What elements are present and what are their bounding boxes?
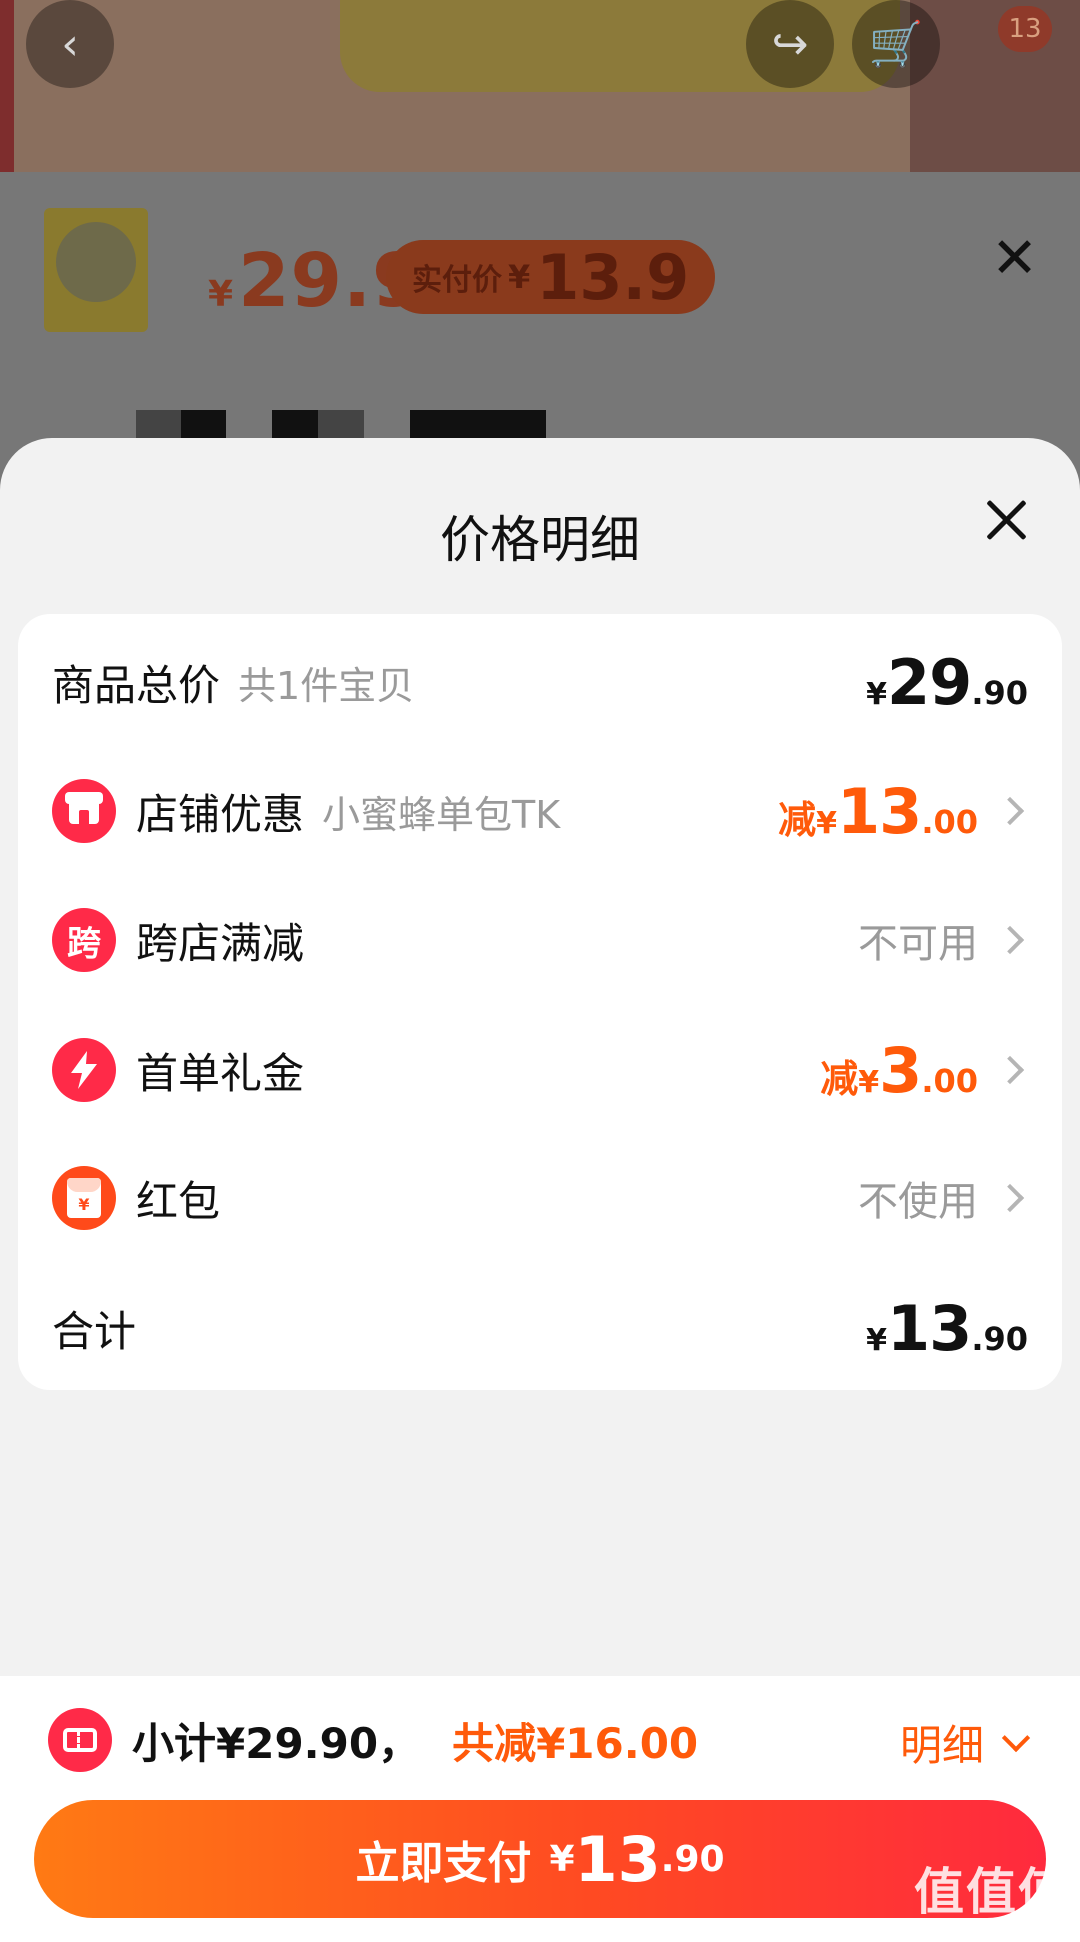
chevron-left-icon: ‹ [61,18,79,70]
discount-value: 减 ¥13.00 [778,774,978,848]
chevron-right-icon [995,796,1025,826]
row-label: 首单礼金 [136,1048,305,1098]
shop-icon [52,779,116,843]
chevron-right-icon [995,1055,1025,1085]
banner-strip [0,0,14,172]
paid-price-pill: 实付价 ¥ 13.9 [386,240,716,314]
cart-icon: 🛒 [868,19,924,70]
row-label: 跨店满减 [136,918,305,968]
row-value: 不可用 [858,921,978,967]
row-first-order-gift[interactable]: 首单礼金 减 ¥3.00 [18,1020,1062,1120]
cart-button[interactable]: 🛒 [852,0,940,88]
discount-value: 减 ¥3.00 [820,1033,978,1107]
back-button[interactable]: ‹ [26,0,114,88]
row-label: 合计 [52,1306,137,1356]
watermark-logo: 值值值 zhizhizhi.com [914,1863,1070,1942]
row-grand-total: 合计 ¥13.90 [18,1278,1062,1378]
chevron-right-icon [995,1183,1025,1213]
row-value: 不使用 [858,1179,978,1225]
amount-value: ¥29.90 [866,645,1028,719]
amount-value: ¥13.90 [866,1291,1028,1365]
row-cross-store[interactable]: 跨 跨店满减 不可用 [18,890,1062,990]
row-red-packet[interactable]: ¥ 红包 不使用 [18,1148,1062,1248]
coupon-icon [48,1708,112,1772]
subtotal-text: 小计¥29.90， [132,1718,421,1768]
row-label: 商品总价 [52,660,221,710]
detail-label: 明细 [899,1721,984,1770]
price-card: 商品总价 共1件宝贝 ¥29.90 店铺优惠 小蜜蜂单包TK 减¥13.00 [18,614,1062,1390]
sheet-title: 价格明细 [440,511,640,569]
chevron-down-icon [1001,1723,1031,1752]
row-total-price: 商品总价 共1件宝贝 ¥29.90 [18,632,1062,732]
cross-store-icon: 跨 [52,908,116,972]
red-envelope-icon: ¥ [52,1166,116,1230]
subtotal-row: 小计¥29.90， 共减¥16.00 [48,1700,698,1780]
product-thumbnail [44,208,148,332]
row-label: 店铺优惠 [136,789,305,839]
share-button[interactable]: ↪ [746,0,834,88]
lightning-icon [52,1038,116,1102]
chevron-right-icon [995,925,1025,955]
cart-count-badge: 13 [998,6,1052,52]
row-sub: 小蜜蜂单包TK [322,792,561,837]
total-discount-text: 共减¥16.00 [452,1718,699,1768]
row-sub: 共1件宝贝 [238,663,415,708]
pay-now-button[interactable]: 立即支付 ¥ 13 .90 [34,1800,1046,1918]
row-label: 红包 [136,1176,221,1226]
close-sku-icon[interactable]: ✕ [991,226,1038,291]
detail-toggle[interactable]: 明细 [899,1712,1031,1773]
close-icon[interactable] [976,490,1036,550]
pay-label: 立即支付 [355,1838,532,1889]
share-icon: ↪ [771,18,809,70]
row-shop-discount[interactable]: 店铺优惠 小蜜蜂单包TK 减 ¥13.00 [18,761,1062,861]
checkout-bar: 小计¥29.90， 共减¥16.00 明细 立即支付 ¥ 13 .90 值值值 … [0,1676,1080,1942]
product-banner: ‹ ↪ 🛒 13 [0,0,1080,172]
